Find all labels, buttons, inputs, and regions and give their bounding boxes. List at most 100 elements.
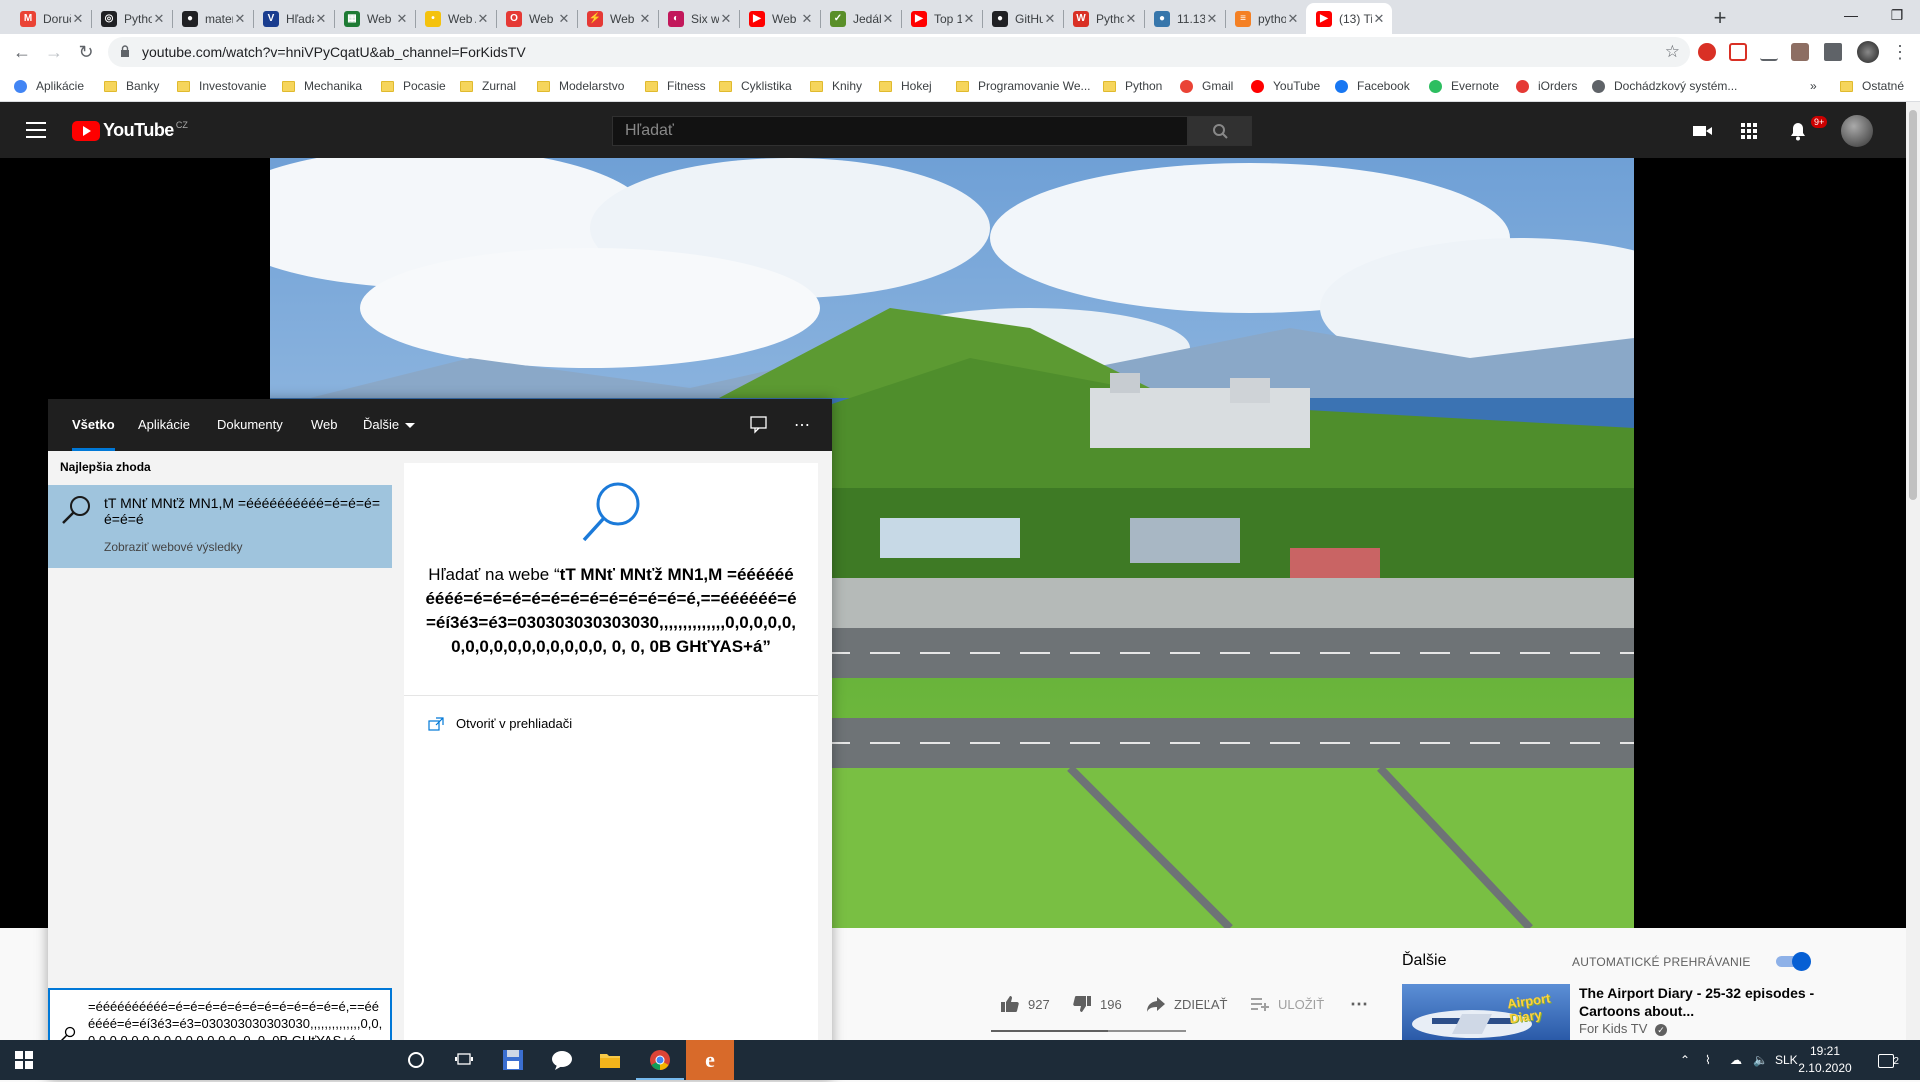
youtube-search-box[interactable]: [612, 116, 1188, 146]
apps-grid-icon[interactable]: [1738, 120, 1760, 142]
browser-tab[interactable]: W Pytho ✕: [1063, 3, 1144, 34]
close-tab-icon[interactable]: ✕: [1043, 11, 1057, 27]
create-video-icon[interactable]: [1691, 120, 1713, 142]
bookmark-item[interactable]: Python: [1103, 70, 1162, 102]
recommendation-channel[interactable]: For Kids TV ✓: [1579, 1021, 1668, 1036]
bookmark-item[interactable]: Hokej: [879, 70, 932, 102]
browser-tab[interactable]: ◎ Pytho ✕: [91, 3, 172, 34]
profile-avatar[interactable]: [1857, 41, 1879, 63]
browser-tab[interactable]: ⚡ Web a✕: [577, 3, 658, 34]
autoplay-toggle[interactable]: [1776, 952, 1811, 971]
close-tab-icon[interactable]: ✕: [71, 11, 85, 27]
menu-icon[interactable]: [26, 122, 46, 138]
extensions-puzzle-icon[interactable]: [1824, 43, 1842, 61]
forward-icon[interactable]: →: [40, 38, 68, 66]
bookmark-item[interactable]: Zurnal: [460, 70, 516, 102]
tab-documents[interactable]: Dokumenty: [217, 399, 283, 451]
chrome-menu-icon[interactable]: ⋮: [1886, 38, 1914, 66]
bookmark-item[interactable]: Banky: [104, 70, 159, 102]
recommendation-title[interactable]: The Airport Diary - 25-32 episodes - Car…: [1579, 984, 1879, 1020]
close-tab-icon[interactable]: ✕: [233, 11, 247, 27]
browser-tab[interactable]: ▶ Top 10✕: [901, 3, 982, 34]
task-view-button[interactable]: [440, 1040, 488, 1080]
tab-more[interactable]: Ďalšie: [363, 399, 416, 451]
scrollbar-thumb[interactable]: [1909, 110, 1917, 500]
taskbar-chrome[interactable]: [636, 1040, 684, 1080]
restore-button[interactable]: ❐: [1874, 0, 1920, 30]
open-in-browser-action[interactable]: Otvoriť v prehliadači: [428, 716, 572, 731]
close-tab-icon[interactable]: ✕: [1124, 11, 1138, 27]
other-bookmarks-folder[interactable]: Ostatné: [1840, 70, 1904, 102]
close-tab-icon[interactable]: ✕: [314, 11, 328, 27]
show-hidden-icons[interactable]: ⌃: [1680, 1040, 1690, 1080]
taskbar-edge[interactable]: e: [686, 1040, 734, 1080]
save-button[interactable]: ULOŽIŤ: [1250, 990, 1324, 1018]
close-tab-icon[interactable]: ✕: [638, 11, 652, 27]
new-tab-button[interactable]: +: [1706, 5, 1734, 33]
extension-media-icon[interactable]: [1791, 43, 1809, 61]
bookmark-item[interactable]: Investovanie: [177, 70, 266, 102]
extension-pdf-icon[interactable]: [1729, 43, 1747, 61]
bookmark-item[interactable]: Dochádzkový systém...: [1592, 70, 1737, 102]
bookmark-item[interactable]: Aplikácie: [14, 70, 84, 102]
bookmark-item[interactable]: Fitness: [645, 70, 706, 102]
close-tab-icon[interactable]: ✕: [557, 11, 571, 27]
more-options-icon[interactable]: ⋯: [794, 415, 810, 435]
bookmark-item[interactable]: Modelarstvo: [537, 70, 624, 102]
close-tab-icon[interactable]: ✕: [800, 11, 814, 27]
close-tab-icon[interactable]: ✕: [1205, 11, 1219, 27]
best-match-result[interactable]: tT MNť MNťž MN1,M =éééééééééé=é=é=é=é=é=…: [48, 485, 392, 568]
action-center-button[interactable]: 2: [1878, 1040, 1899, 1080]
taskbar-app-chat[interactable]: [538, 1040, 586, 1080]
close-tab-icon[interactable]: ✕: [476, 11, 490, 27]
bookmark-item[interactable]: Pocasie: [381, 70, 446, 102]
browser-tab[interactable]: ● GitHu ✕: [982, 3, 1063, 34]
youtube-search-input[interactable]: [613, 117, 1187, 145]
bookmark-item[interactable]: Cyklistika: [719, 70, 792, 102]
browser-tab[interactable]: ▶ Web D✕: [739, 3, 820, 34]
like-button[interactable]: 927: [1000, 990, 1050, 1018]
minimize-button[interactable]: —: [1828, 0, 1874, 30]
page-scrollbar[interactable]: [1906, 102, 1920, 1040]
tab-all[interactable]: Všetko: [72, 399, 115, 451]
dislike-button[interactable]: 196: [1072, 990, 1122, 1018]
youtube-search-button[interactable]: [1188, 116, 1252, 146]
browser-tab[interactable]: ≡ pytho ✕: [1225, 3, 1306, 34]
volume-icon[interactable]: 🔈: [1753, 1040, 1768, 1080]
bookmark-item[interactable]: Facebook: [1335, 70, 1410, 102]
bookmark-item[interactable]: iOrders: [1516, 70, 1577, 102]
taskbar-file-explorer[interactable]: [586, 1040, 634, 1080]
browser-tab[interactable]: ◐ Six we✕: [658, 3, 739, 34]
browser-tab[interactable]: ▦ Web F✕: [334, 3, 415, 34]
browser-tab[interactable]: ▶ (13) Ti ✕: [1306, 3, 1392, 34]
tab-apps[interactable]: Aplikácie: [138, 399, 190, 451]
browser-tab[interactable]: M Doruče✕: [10, 3, 91, 34]
close-tab-icon[interactable]: ✕: [1286, 11, 1300, 27]
reload-icon[interactable]: ↻: [72, 38, 100, 66]
bookmark-item[interactable]: Gmail: [1180, 70, 1233, 102]
cortana-button[interactable]: [392, 1040, 440, 1080]
browser-tab[interactable]: O Web a✕: [496, 3, 577, 34]
browser-tab[interactable]: • Web A✕: [415, 3, 496, 34]
close-tab-icon[interactable]: ✕: [719, 11, 733, 27]
extension-wave-icon[interactable]: [1760, 43, 1778, 61]
close-tab-icon[interactable]: ✕: [395, 11, 409, 27]
close-tab-icon[interactable]: ✕: [881, 11, 895, 27]
notifications-bell-icon[interactable]: [1787, 120, 1809, 142]
close-tab-icon[interactable]: ✕: [962, 11, 976, 27]
more-actions-icon[interactable]: ⋯: [1350, 990, 1368, 1018]
youtube-account-avatar[interactable]: [1841, 115, 1873, 147]
close-tab-icon[interactable]: ✕: [1372, 11, 1386, 27]
address-bar[interactable]: youtube.com/watch?v=hniVPyCqatU&ab_chann…: [108, 37, 1690, 67]
browser-tab[interactable]: ✓ Jedální✕: [820, 3, 901, 34]
bookmarks-overflow-button[interactable]: »: [1810, 70, 1817, 102]
onedrive-cloud-icon[interactable]: ☁: [1730, 1040, 1742, 1080]
back-icon[interactable]: ←: [8, 38, 36, 66]
browser-tab[interactable]: V Hľadá✕: [253, 3, 334, 34]
bookmark-item[interactable]: Evernote: [1429, 70, 1499, 102]
feedback-icon[interactable]: [749, 415, 769, 435]
browser-tab[interactable]: ● 11.13.✕: [1144, 3, 1225, 34]
close-tab-icon[interactable]: ✕: [152, 11, 166, 27]
tab-web[interactable]: Web: [311, 399, 338, 451]
network-icon[interactable]: ⌇: [1705, 1040, 1711, 1080]
